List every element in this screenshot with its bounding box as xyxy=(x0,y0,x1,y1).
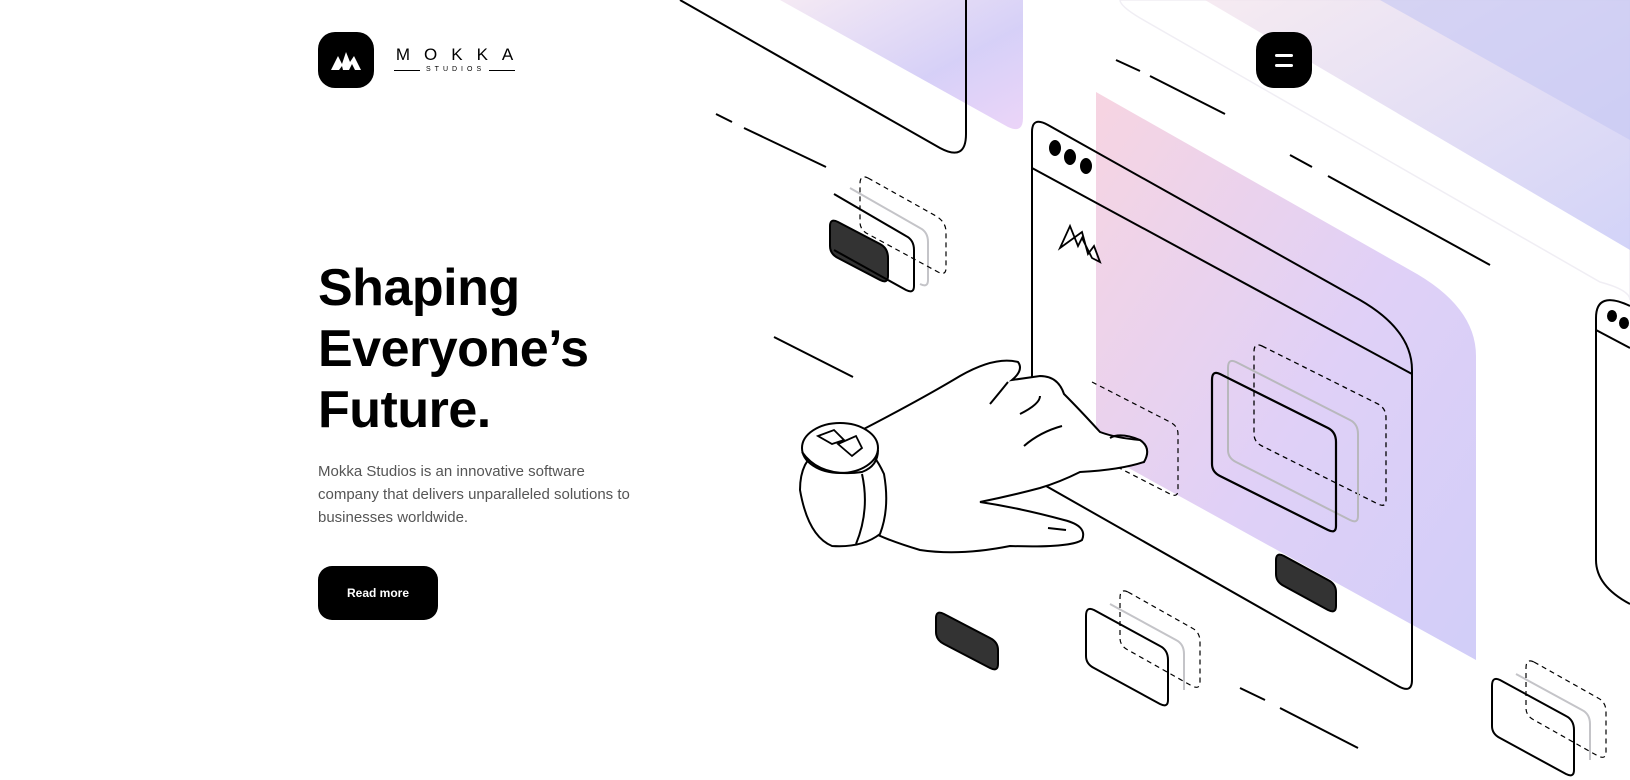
hero-title-line: Everyone’s xyxy=(318,320,589,378)
brand-name: MOKKA xyxy=(395,45,528,64)
divider xyxy=(394,69,420,71)
hero-description: Mokka Studios is an innovative software … xyxy=(318,463,630,526)
logo-mark-icon xyxy=(318,32,374,88)
hero-title-line: Shaping xyxy=(318,259,520,317)
browser-window xyxy=(1031,92,1476,690)
right-edge-window xyxy=(1595,299,1630,605)
brand-logo[interactable]: MOKKA STUDIOS xyxy=(318,32,516,88)
menu-button[interactable] xyxy=(1256,32,1312,88)
top-right-panel xyxy=(1119,0,1630,301)
decorative-dashes xyxy=(715,59,1491,749)
hero-illustration xyxy=(679,0,1630,777)
hero-title: Shaping Everyone’s Future. xyxy=(318,258,638,441)
read-more-button[interactable]: Read more xyxy=(318,566,438,620)
hand-illustration xyxy=(798,359,1149,554)
window-logo-mark xyxy=(1057,223,1102,264)
brand-subtitle: STUDIOS xyxy=(426,66,486,73)
floating-keys xyxy=(829,176,1607,777)
hero-title-line: Future. xyxy=(318,381,491,439)
brand-subtitle-row: STUDIOS xyxy=(394,66,516,74)
hamburger-menu-icon xyxy=(1275,63,1293,67)
hamburger-menu-icon xyxy=(1275,53,1293,57)
logo-wordmark: MOKKA STUDIOS xyxy=(394,46,516,74)
top-left-panel xyxy=(679,0,1023,154)
divider xyxy=(489,69,516,71)
